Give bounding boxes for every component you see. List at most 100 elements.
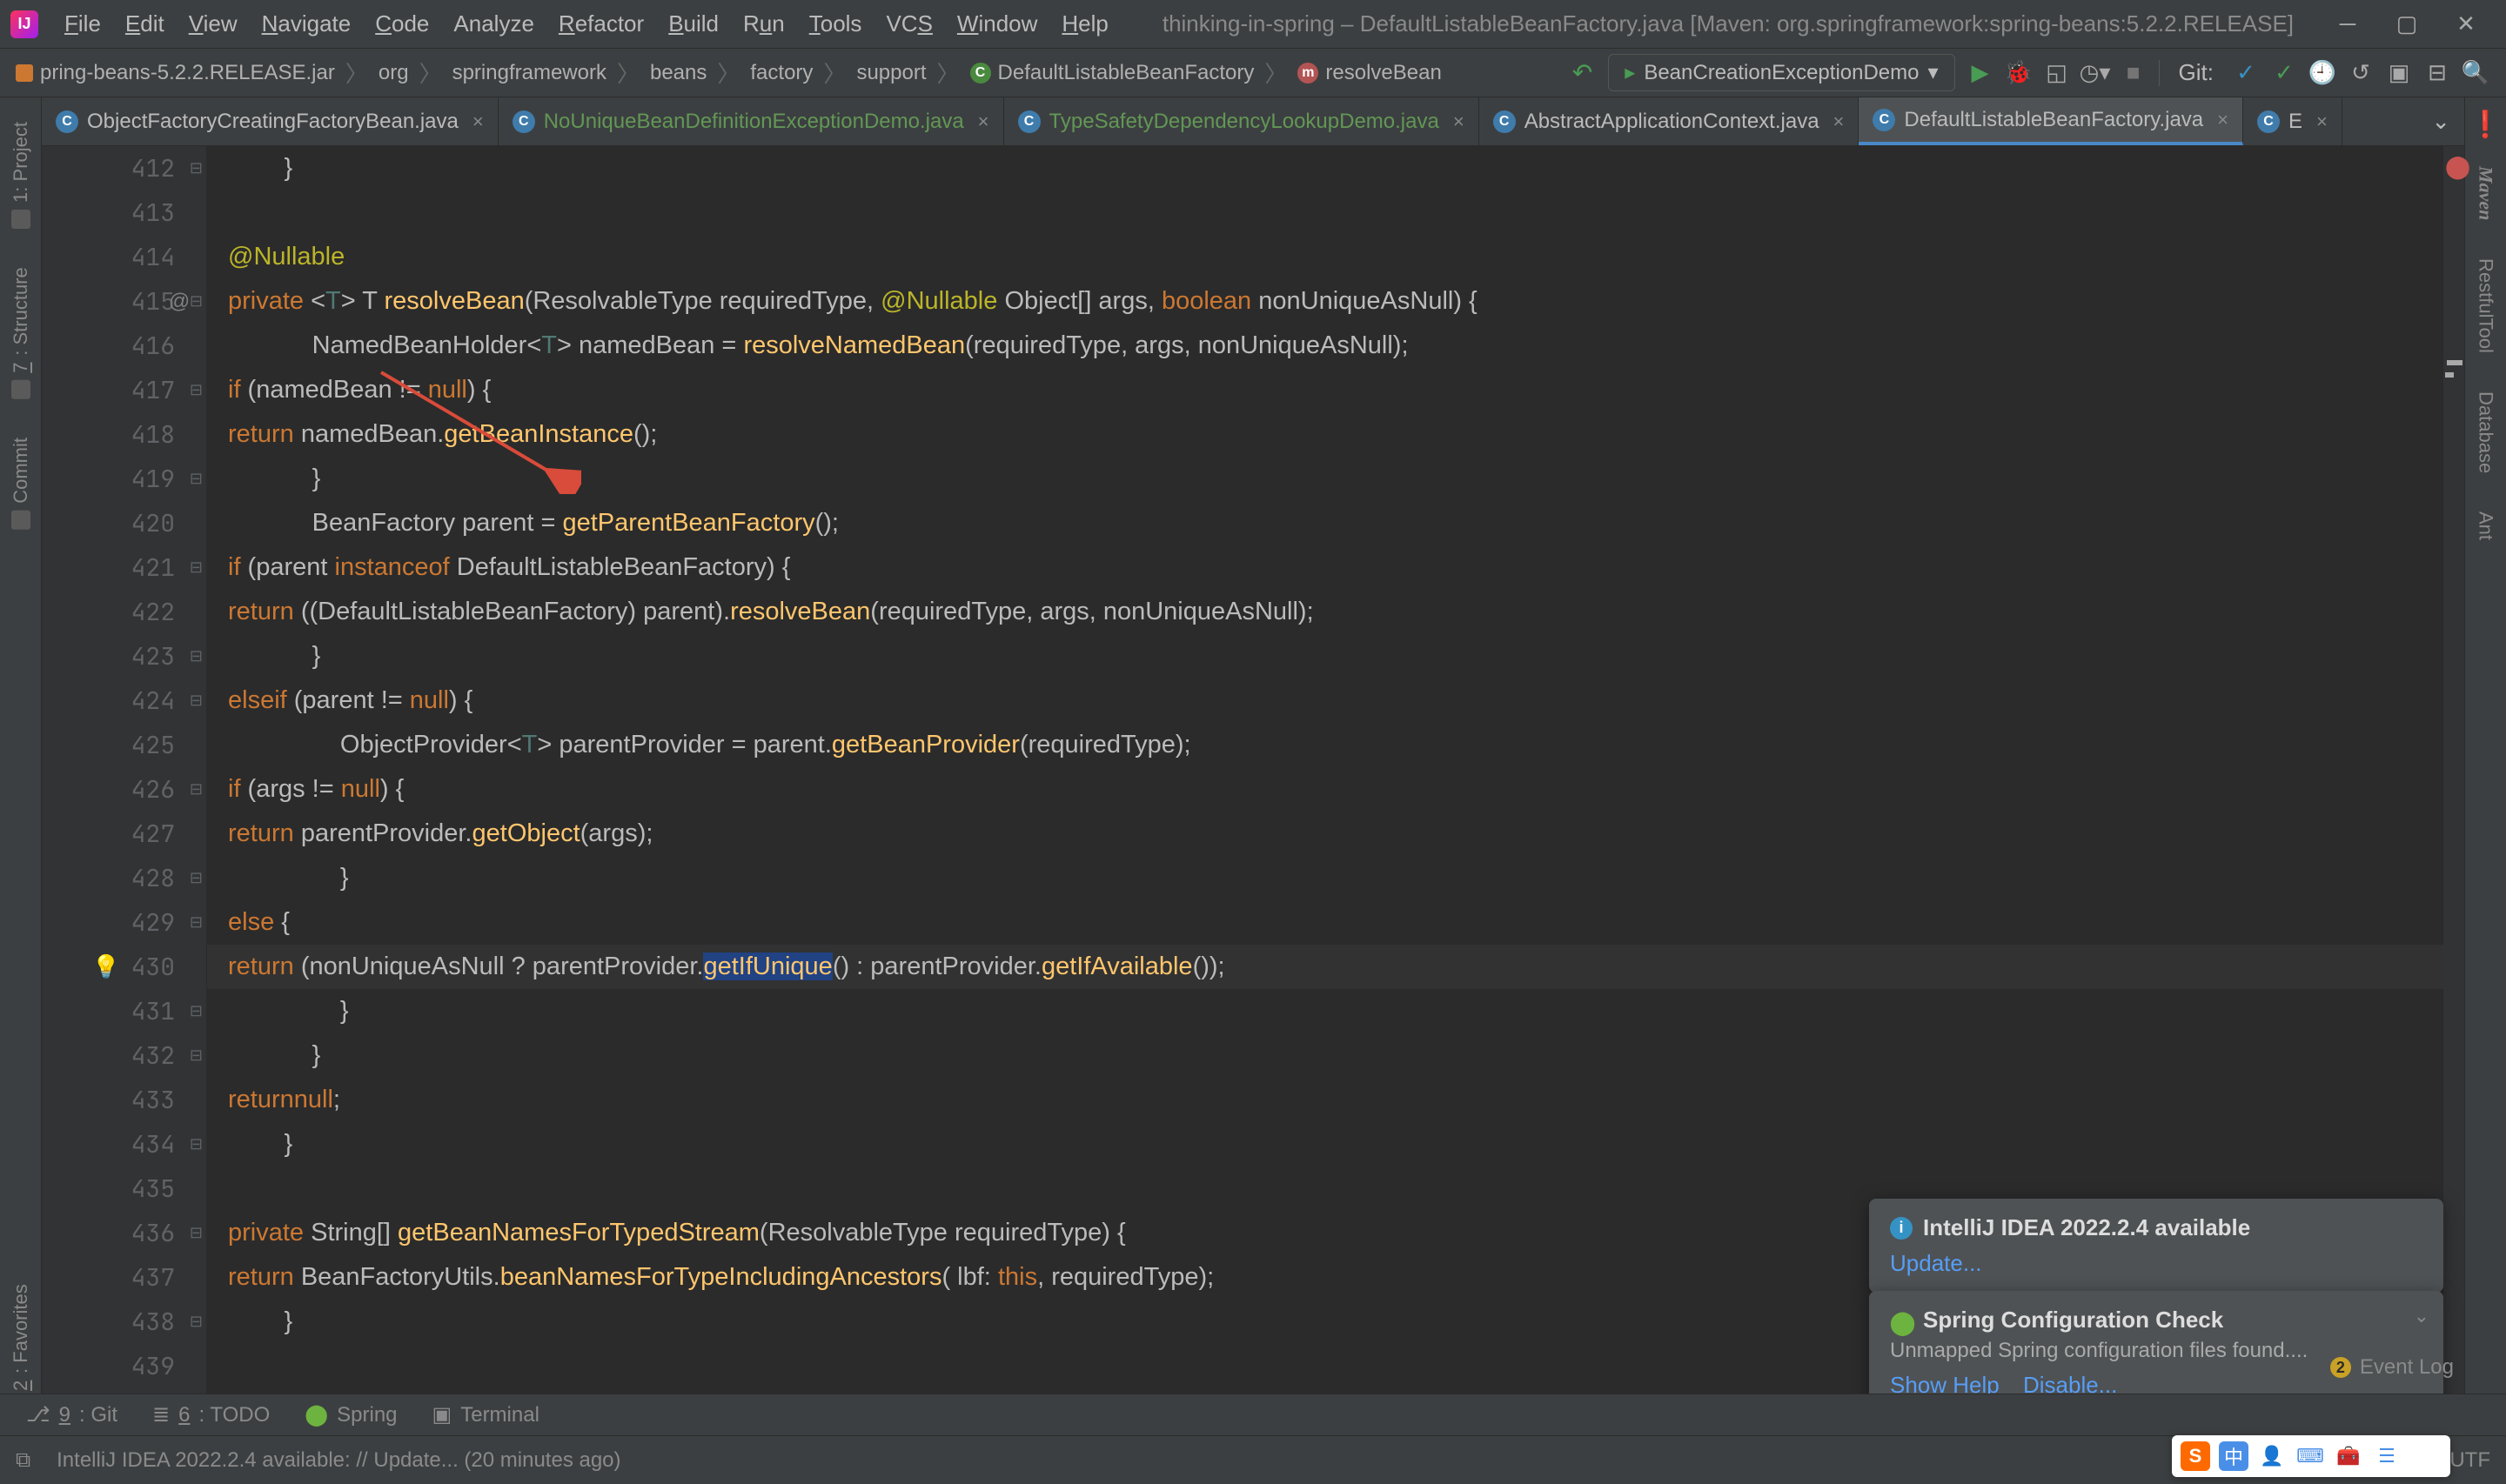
crumb-class[interactable]: CDefaultListableBeanFactory [962, 57, 1263, 89]
menu-run[interactable]: Run [731, 7, 797, 41]
ime-voice-icon[interactable]: 👤 [2257, 1441, 2287, 1471]
menu-code[interactable]: Code [363, 7, 441, 41]
fold-icon[interactable]: ⊟ [190, 1135, 203, 1153]
gutter-row[interactable]: 426⊟ [42, 767, 206, 812]
gutter-row[interactable]: 432⊟ [42, 1033, 206, 1078]
code-line[interactable]: return (nonUniqueAsNull ? parentProvider… [207, 945, 2464, 989]
git-update-button[interactable]: ✓ [2233, 60, 2259, 86]
tab-close-icon[interactable]: × [472, 110, 484, 133]
code-line[interactable]: return ((DefaultListableBeanFactory) par… [207, 590, 2464, 634]
git-commit-button[interactable]: ✓ [2271, 60, 2297, 86]
tab-close-icon[interactable]: × [2217, 109, 2228, 131]
toolwindow-git[interactable]: ⎇9: Git [14, 1397, 130, 1433]
menu-help[interactable]: Help [1049, 7, 1120, 41]
run-config-selector[interactable]: ▸ BeanCreationExceptionDemo ▾ [1608, 54, 1954, 91]
fold-icon[interactable]: ⊟ [190, 292, 203, 311]
menu-tools[interactable]: Tools [797, 7, 874, 41]
code-line[interactable]: BeanFactory parent = getParentBeanFactor… [207, 501, 2464, 545]
ime-keyboard-icon[interactable]: ⌨ [2295, 1441, 2325, 1471]
close-icon[interactable]: ✕ [2454, 12, 2478, 37]
gutter-row[interactable]: 427 [42, 812, 206, 856]
code-line[interactable]: } [207, 1122, 2464, 1166]
gutter-row[interactable]: 412⊟ [42, 146, 206, 191]
menu-window[interactable]: Window [945, 7, 1049, 41]
fold-icon[interactable]: ⊟ [190, 692, 203, 710]
gutter-row[interactable]: 435 [42, 1166, 206, 1211]
fold-icon[interactable]: ⊟ [190, 470, 203, 488]
ime-skin-icon[interactable]: ☰ [2372, 1441, 2402, 1471]
gutter-row[interactable]: 437 [42, 1255, 206, 1300]
statusbar-encoding[interactable]: UTF [2449, 1448, 2490, 1473]
code-line[interactable]: } [207, 989, 2464, 1033]
editor-tab[interactable]: CObjectFactoryCreatingFactoryBean.java× [42, 97, 499, 145]
crumb-org[interactable]: org [370, 57, 418, 89]
editor-tab[interactable]: CE× [2243, 97, 2342, 145]
editor-tab[interactable]: CAbstractApplicationContext.java× [1479, 97, 1859, 145]
toolwindow-restful[interactable]: RestfulTool [2471, 246, 2501, 365]
profile-button[interactable]: ◷▾ [2082, 60, 2108, 86]
gutter-row[interactable]: 414 [42, 235, 206, 279]
code-line[interactable]: } [207, 1033, 2464, 1078]
crumb-support[interactable]: support [848, 57, 935, 89]
code-line[interactable]: @Nullable [207, 235, 2464, 279]
tab-close-icon[interactable]: × [978, 110, 989, 133]
code-line[interactable]: return namedBean.getBeanInstance(); [207, 412, 2464, 457]
code-line[interactable]: private <T> T resolveBean(ResolvableType… [207, 279, 2464, 324]
event-log-button[interactable]: 2 Event Log [2330, 1355, 2454, 1380]
crumb-beans[interactable]: beans [641, 57, 715, 89]
fold-icon[interactable]: ⊟ [190, 647, 203, 665]
menu-vcs[interactable]: VCS [874, 7, 944, 41]
tabs-overflow[interactable]: ⌄ [2417, 97, 2464, 145]
gutter-row[interactable]: 424⊟ [42, 678, 206, 723]
menu-build[interactable]: Build [656, 7, 731, 41]
statusbar-collapse-icon[interactable]: ⧉ [16, 1448, 30, 1473]
tab-close-icon[interactable]: × [1833, 110, 1845, 133]
stop-button[interactable]: ■ [2121, 60, 2147, 86]
gutter-row[interactable]: 413 [42, 191, 206, 235]
toolwindow-todo[interactable]: ≣6: TODO [140, 1397, 282, 1433]
error-stripe[interactable]: ⬤ [2443, 146, 2464, 1432]
fold-icon[interactable]: ⊟ [190, 1224, 203, 1242]
fold-icon[interactable]: ⊟ [190, 1313, 203, 1331]
gutter-row[interactable]: 423⊟ [42, 634, 206, 678]
inspection-indicator-icon[interactable]: ⬤ [2445, 153, 2462, 170]
fold-icon[interactable]: ⊟ [190, 1046, 203, 1065]
gutter[interactable]: 412⊟413414415@⊟416417⊟418419⊟420421⊟4224… [42, 146, 207, 1432]
notif-expand-icon[interactable]: ⌄ [2414, 1305, 2429, 1327]
nav-back-icon[interactable]: ↶ [1569, 55, 1596, 90]
gutter-row[interactable]: 428⊟ [42, 856, 206, 900]
ime-toolbox-icon[interactable]: 🧰 [2334, 1441, 2363, 1471]
gutter-row[interactable]: 418 [42, 412, 206, 457]
gutter-row[interactable]: 433 [42, 1078, 206, 1122]
gutter-row[interactable]: 419⊟ [42, 457, 206, 501]
fold-icon[interactable]: ⊟ [190, 869, 203, 887]
menu-view[interactable]: View [177, 7, 250, 41]
code-line[interactable]: if (namedBean != null) { [207, 368, 2464, 412]
gutter-row[interactable]: 415@⊟ [42, 279, 206, 324]
gutter-row[interactable]: 436⊟ [42, 1211, 206, 1255]
toolwindow-database[interactable]: Database [2471, 379, 2501, 485]
run-button[interactable]: ▶ [1967, 60, 1993, 86]
debug-button[interactable]: 🐞 [2006, 60, 2032, 86]
fold-icon[interactable]: ⊟ [190, 1002, 203, 1020]
gutter-row[interactable]: 429⊟ [42, 900, 206, 945]
code-line[interactable]: if (parent instanceof DefaultListableBea… [207, 545, 2464, 590]
tab-close-icon[interactable]: × [2316, 110, 2328, 133]
editor-tab[interactable]: CNoUniqueBeanDefinitionExceptionDemo.jav… [499, 97, 1004, 145]
ime-cn-button[interactable]: 中 [2219, 1441, 2248, 1471]
editor-tab[interactable]: CDefaultListableBeanFactory.java× [1859, 97, 2243, 145]
toolwindow-project[interactable]: 1: Project [6, 110, 36, 241]
stripe-mark[interactable] [2445, 372, 2454, 378]
ide-settings-button[interactable]: ⊟ [2424, 60, 2450, 86]
git-rollback-button[interactable]: ↺ [2348, 60, 2374, 86]
search-everywhere-button[interactable]: 🔍 [2462, 60, 2489, 86]
fold-icon[interactable]: ⊟ [190, 780, 203, 799]
toolwindow-spring[interactable]: ⬤Spring [292, 1397, 409, 1433]
error-icon[interactable]: ❗ [2469, 110, 2502, 140]
code-line[interactable] [207, 191, 2464, 235]
ime-toolbar[interactable]: S 中 👤 ⌨ 🧰 ☰ [2172, 1435, 2450, 1477]
editor-tab[interactable]: CTypeSafetyDependencyLookupDemo.java× [1004, 97, 1479, 145]
gutter-row[interactable]: 434⊟ [42, 1122, 206, 1166]
gutter-row[interactable]: 425 [42, 723, 206, 767]
code-line[interactable]: } [207, 856, 2464, 900]
